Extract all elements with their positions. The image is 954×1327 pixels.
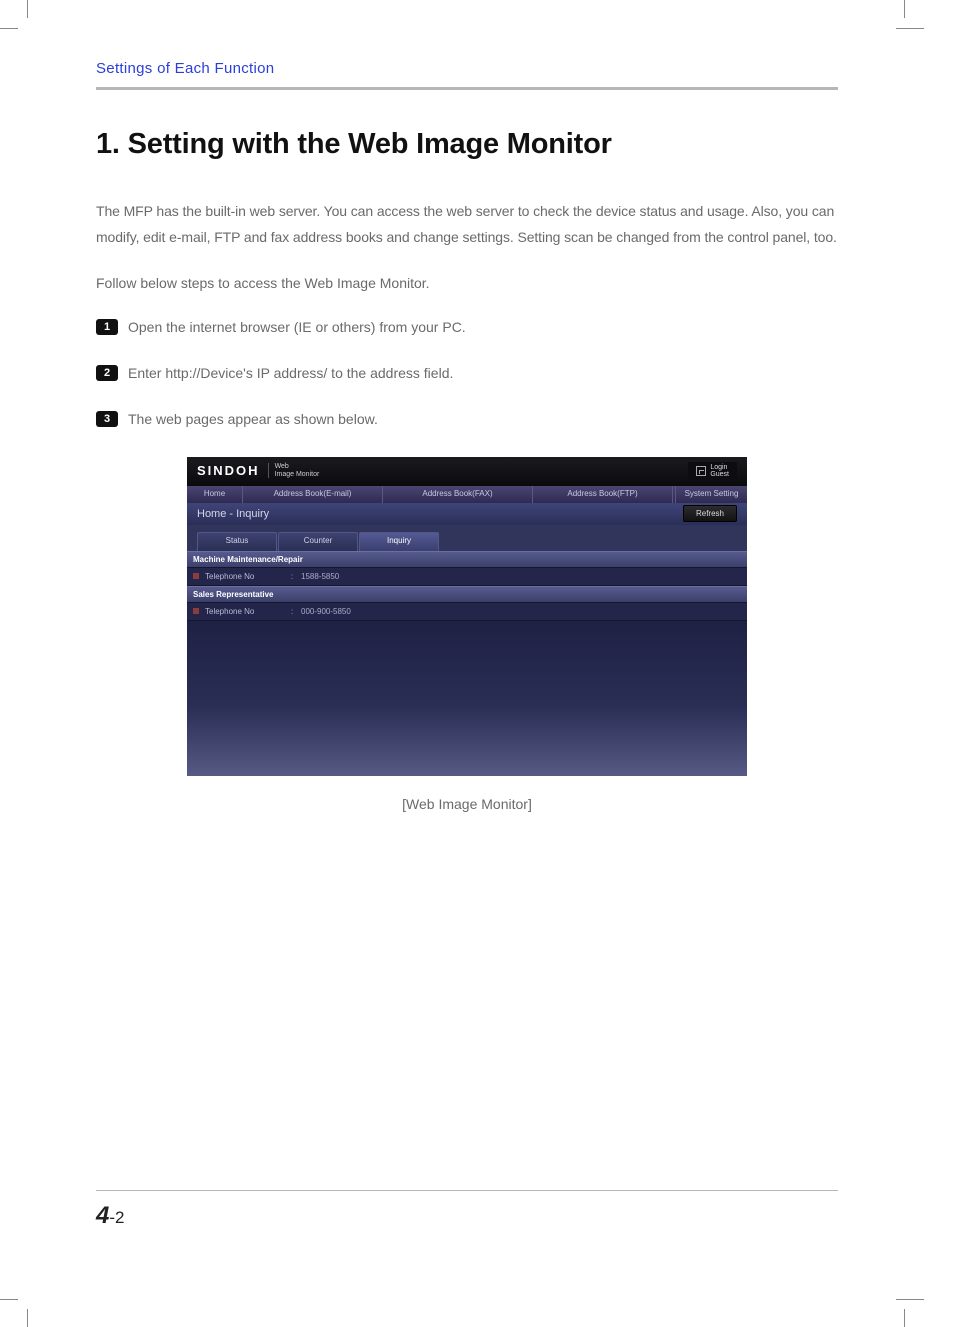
sales-phone-value: 000-900-5850 (301, 607, 351, 616)
wim-login-text: Login Guest (710, 464, 729, 478)
page-content: Settings of Each Function 1. Setting wit… (96, 60, 838, 830)
crop-mark (0, 28, 18, 29)
wim-screenshot: SINDOH Web Image Monitor Login Guest Hom… (187, 457, 747, 776)
nav-addressbook-email[interactable]: Address Book(E-mail) (243, 486, 383, 503)
footer-rule (96, 1190, 838, 1191)
row-maintenance-phone: Telephone No : 1588-5850 (187, 568, 747, 586)
section-header: Settings of Each Function (96, 60, 838, 87)
row-sales-phone: Telephone No : 000-900-5850 (187, 603, 747, 621)
crop-mark (27, 1309, 28, 1327)
wim-sub-line1: Web (275, 463, 320, 471)
nav-home[interactable]: Home (187, 486, 243, 503)
sales-phone-label: Telephone No (205, 607, 291, 616)
step-2-text: Enter http://Device's IP address/ to the… (128, 365, 453, 381)
wim-tabs: Status Counter Inquiry (187, 525, 747, 551)
section-sales-header: Sales Representative (187, 586, 747, 603)
tab-status[interactable]: Status (197, 532, 277, 551)
page-title: 1. Setting with the Web Image Monitor (96, 128, 838, 161)
figure-caption: [Web Image Monitor] (187, 796, 747, 812)
wim-login-button[interactable]: Login Guest (688, 462, 737, 480)
bullet-icon (193, 608, 199, 614)
crop-mark (0, 1299, 18, 1300)
step-3-text: The web pages appear as shown below. (128, 411, 378, 427)
section-maintenance-header: Machine Maintenance/Repair (187, 551, 747, 568)
nav-system-setting[interactable]: System Setting (675, 486, 747, 503)
page-number: 4-2 (96, 1202, 124, 1230)
maintenance-phone-value: 1588-5850 (301, 572, 339, 581)
crop-mark (27, 0, 28, 18)
wim-breadcrumb-bar: Home - Inquiry Refresh (187, 503, 747, 525)
page-chapter: 4 (96, 1202, 109, 1229)
page-sub: -2 (109, 1208, 124, 1227)
wim-login-line1: Login (710, 464, 729, 471)
crop-mark (896, 1299, 924, 1300)
refresh-button[interactable]: Refresh (683, 505, 737, 522)
crop-mark (896, 28, 924, 29)
step-1-text: Open the internet browser (IE or others)… (128, 319, 466, 335)
wim-titlebar: SINDOH Web Image Monitor Login Guest (187, 457, 747, 485)
maintenance-phone-label: Telephone No (205, 572, 291, 581)
wim-body-area (187, 621, 747, 776)
figure-web-image-monitor: SINDOH Web Image Monitor Login Guest Hom… (187, 457, 747, 812)
step-badge-2: 2 (96, 365, 118, 381)
login-icon (696, 466, 706, 476)
wim-login-line2: Guest (710, 471, 729, 478)
colon: : (291, 607, 301, 616)
wim-sub-line2: Image Monitor (275, 471, 320, 479)
intro-paragraph: The MFP has the built-in web server. You… (96, 199, 838, 251)
tab-inquiry[interactable]: Inquiry (359, 532, 439, 551)
step-1: 1 Open the internet browser (IE or other… (96, 319, 838, 335)
tab-counter[interactable]: Counter (278, 532, 358, 551)
step-2: 2 Enter http://Device's IP address/ to t… (96, 365, 838, 381)
crop-mark (904, 0, 905, 18)
bullet-icon (193, 573, 199, 579)
step-badge-3: 3 (96, 411, 118, 427)
wim-navbar: Home Address Book(E-mail) Address Book(F… (187, 485, 747, 503)
wim-breadcrumb: Home - Inquiry (197, 508, 269, 520)
nav-addressbook-ftp[interactable]: Address Book(FTP) (533, 486, 673, 503)
colon: : (291, 572, 301, 581)
crop-mark (904, 1309, 905, 1327)
step-badge-1: 1 (96, 319, 118, 335)
follow-paragraph: Follow below steps to access the Web Ima… (96, 275, 838, 291)
step-3: 3 The web pages appear as shown below. (96, 411, 838, 427)
section-rule (96, 87, 838, 90)
wim-logo: SINDOH (197, 463, 269, 478)
nav-addressbook-fax[interactable]: Address Book(FAX) (383, 486, 533, 503)
wim-subtitle: Web Image Monitor (275, 463, 320, 479)
